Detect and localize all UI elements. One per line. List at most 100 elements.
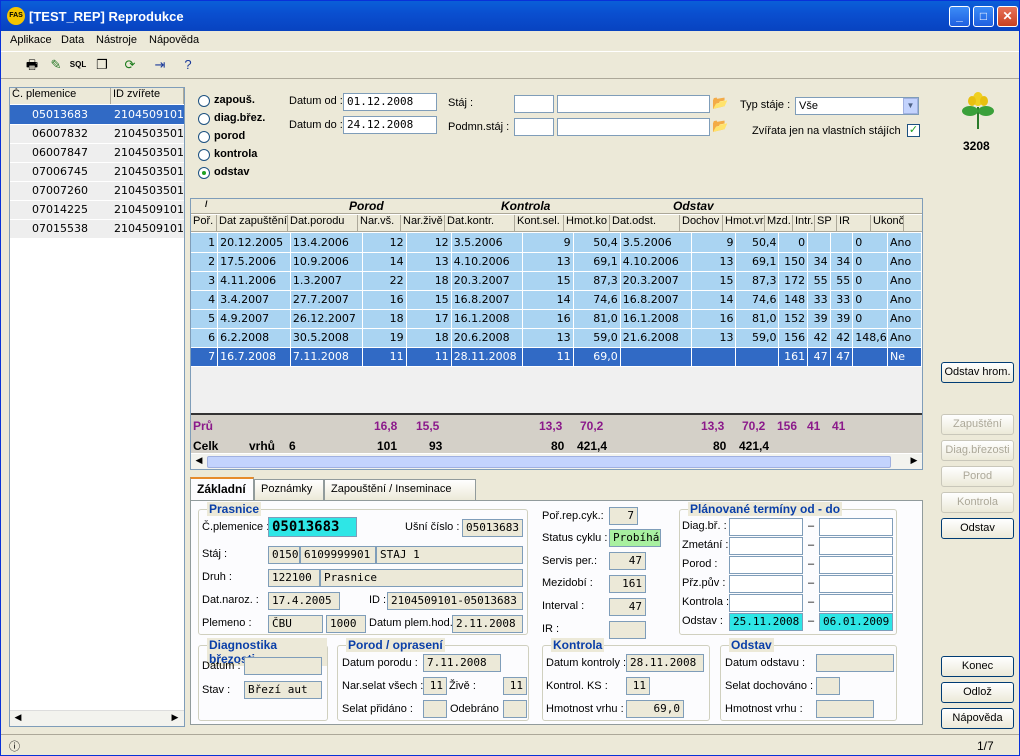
planned-from-field[interactable] bbox=[729, 575, 803, 593]
maximize-button[interactable]: □ bbox=[973, 6, 994, 27]
sow-list-table[interactable]: 05013683 2104509101 06007832 2104503501 0600… bbox=[10, 105, 184, 239]
scroll-left-icon[interactable]: ◀ bbox=[192, 455, 206, 469]
planned-to-field[interactable] bbox=[819, 537, 893, 555]
list-header-cplem[interactable]: Č. plemenice bbox=[10, 88, 111, 104]
grid-column-header[interactable]: Nar.vš. bbox=[358, 215, 401, 231]
stable-code-input[interactable] bbox=[514, 95, 554, 113]
date-to-input[interactable]: 24.12.2008 bbox=[343, 116, 437, 134]
planned-to-field[interactable] bbox=[819, 556, 893, 574]
konec-button[interactable]: Konec bbox=[941, 656, 1014, 677]
print-icon[interactable]: 🖶 bbox=[21, 55, 43, 75]
menu-nastroje[interactable]: Nástroje bbox=[96, 34, 137, 46]
planned-from-field[interactable] bbox=[729, 594, 803, 612]
date-from-input[interactable]: 01.12.2008 bbox=[343, 93, 437, 111]
scroll-right-icon[interactable]: ▶ bbox=[907, 455, 921, 469]
grid-column-header[interactable]: SP bbox=[815, 215, 837, 231]
menu-data[interactable]: Data bbox=[61, 34, 84, 46]
table-row[interactable]: 3 4.11.2006 1.3.2007 22 18 20.3.2007 15 87,3 20.… bbox=[191, 271, 922, 291]
refresh-icon[interactable]: ⟳ bbox=[119, 55, 141, 75]
list-item[interactable]: 06007847 2104503501 bbox=[10, 143, 184, 163]
grid-column-header[interactable]: Ukonč. bbox=[871, 215, 904, 231]
edit-icon[interactable]: ✎ bbox=[45, 55, 67, 75]
list-hscrollbar[interactable]: ◀ ▶ bbox=[10, 710, 184, 726]
grid-column-header[interactable]: Mzd. bbox=[765, 215, 793, 231]
minimize-button[interactable]: _ bbox=[949, 6, 970, 27]
grid-column-header[interactable]: Intr. bbox=[793, 215, 815, 231]
zapusteni-button[interactable]: Zapuštění bbox=[941, 414, 1014, 435]
grid-column-header[interactable]: Dat.porodu bbox=[288, 215, 358, 231]
own-stables-checkbox[interactable]: ✓ bbox=[907, 124, 920, 137]
stable-type-select[interactable]: Vše bbox=[795, 97, 919, 115]
cycle-grid[interactable]: / Porod Kontrola Odstav Poř. Dat zapuštěn… bbox=[190, 198, 923, 470]
planned-from-field[interactable] bbox=[729, 556, 803, 574]
napoveda-button[interactable]: Nápověda bbox=[941, 708, 1014, 729]
radio-label[interactable]: diag.břez. bbox=[214, 112, 265, 124]
list-item[interactable]: 07014225 2104509101 bbox=[10, 200, 184, 220]
sow-list[interactable]: Č. plemenice ID zvířete 05013683 21045091… bbox=[9, 87, 185, 727]
table-row[interactable]: 6 6.2.2008 30.5.2008 19 18 20.6.2008 13 59,0 21.… bbox=[191, 328, 922, 348]
list-item[interactable]: 07006745 2104503501 bbox=[10, 162, 184, 182]
table-row[interactable]: 5 4.9.2007 26.12.2007 18 17 16.1.2008 16 81,0 16… bbox=[191, 309, 922, 329]
planned-to-field[interactable] bbox=[819, 594, 893, 612]
stable-name-input[interactable] bbox=[557, 95, 710, 113]
list-item[interactable]: 07015538 2104509101 bbox=[10, 219, 184, 239]
title-bar[interactable]: FAS [TEST_REP] Reprodukce _ □ ✕ bbox=[1, 1, 1019, 31]
planned-to-field[interactable] bbox=[819, 518, 893, 536]
grid-column-header[interactable]: Dat.odst. bbox=[610, 215, 680, 231]
tab-zakladni[interactable]: Základní bbox=[190, 477, 254, 501]
tab-poznamky[interactable]: Poznámky bbox=[254, 479, 324, 500]
grid-hscrollbar[interactable]: ◀ ▶ bbox=[191, 454, 922, 469]
grid-column-header[interactable]: IR bbox=[837, 215, 871, 231]
grid-column-header[interactable]: Hmot.vr. bbox=[723, 215, 765, 231]
odloz-button[interactable]: Odlož bbox=[941, 682, 1014, 703]
table-row[interactable]: 7 16.7.2008 7.11.2008 11 11 28.11.2008 11 69,0 1… bbox=[191, 347, 922, 367]
grid-column-header[interactable]: Dochov bbox=[680, 215, 723, 231]
sub-stable-code-input[interactable] bbox=[514, 118, 554, 136]
radio-label[interactable]: kontrola bbox=[214, 148, 257, 160]
radio-0[interactable] bbox=[198, 95, 210, 107]
stable-folder-icon[interactable]: 📂 bbox=[712, 95, 728, 111]
radio-label[interactable]: porod bbox=[214, 130, 245, 142]
radio-4[interactable] bbox=[198, 167, 210, 179]
sub-stable-folder-icon[interactable]: 📂 bbox=[712, 118, 728, 134]
grid-column-header[interactable]: Dat.kontr. bbox=[445, 215, 515, 231]
list-header-id[interactable]: ID zvířete bbox=[111, 88, 184, 104]
sql-icon[interactable]: SQL bbox=[67, 55, 89, 75]
radio-1[interactable] bbox=[198, 113, 210, 125]
radio-label[interactable]: zapouš. bbox=[214, 94, 255, 106]
table-row[interactable]: 2 17.5.2006 10.9.2006 14 13 4.10.2006 13 69,1 4.… bbox=[191, 252, 922, 272]
help-icon[interactable]: ? bbox=[177, 55, 199, 75]
list-item[interactable]: 06007832 2104503501 bbox=[10, 124, 184, 144]
planned-to-field[interactable]: 06.01.2009 bbox=[819, 613, 893, 631]
grid-column-header[interactable]: Nar.živě bbox=[401, 215, 445, 231]
table-row[interactable]: 1 20.12.2005 13.4.2006 12 12 3.5.2006 9 50,4 3.5… bbox=[191, 233, 922, 253]
scroll-right-icon[interactable]: ▶ bbox=[168, 712, 182, 726]
grid-column-header[interactable]: Dat zapuštění bbox=[217, 215, 288, 231]
kontrola-button[interactable]: Kontrola bbox=[941, 492, 1014, 513]
radio-3[interactable] bbox=[198, 149, 210, 161]
exit-icon[interactable]: ⇥ bbox=[149, 55, 171, 75]
copy-icon[interactable]: ❐ bbox=[91, 55, 113, 75]
planned-from-field[interactable] bbox=[729, 537, 803, 555]
planned-to-field[interactable] bbox=[819, 575, 893, 593]
list-item[interactable]: 05013683 2104509101 bbox=[10, 105, 184, 125]
odstav-hrom-button[interactable]: Odstav hrom. bbox=[941, 362, 1014, 383]
grid-column-header[interactable]: Kont.sel. bbox=[515, 215, 564, 231]
sub-stable-name-input[interactable] bbox=[557, 118, 710, 136]
list-item[interactable]: 07007260 2104503501 bbox=[10, 181, 184, 201]
odstav-button[interactable]: Odstav bbox=[941, 518, 1014, 539]
radio-label[interactable]: odstav bbox=[214, 166, 249, 178]
menu-napoveda[interactable]: Nápověda bbox=[149, 34, 199, 46]
grid-column-header[interactable]: Hmot.ko bbox=[564, 215, 610, 231]
chevron-down-icon[interactable]: ▼ bbox=[903, 98, 918, 114]
planned-from-field[interactable]: 25.11.2008 bbox=[729, 613, 803, 631]
diag-button[interactable]: Diag.březosti bbox=[941, 440, 1014, 461]
grid-scroll-thumb[interactable] bbox=[207, 456, 891, 468]
grid-column-header[interactable]: Poř. bbox=[191, 215, 217, 231]
planned-from-field[interactable] bbox=[729, 518, 803, 536]
porod-button[interactable]: Porod bbox=[941, 466, 1014, 487]
close-button[interactable]: ✕ bbox=[997, 6, 1018, 27]
radio-2[interactable] bbox=[198, 131, 210, 143]
grid-rows[interactable]: 1 20.12.2005 13.4.2006 12 12 3.5.2006 9 50,4 3.5… bbox=[191, 233, 922, 367]
table-row[interactable]: 4 3.4.2007 27.7.2007 16 15 16.8.2007 14 74,6 16.… bbox=[191, 290, 922, 310]
